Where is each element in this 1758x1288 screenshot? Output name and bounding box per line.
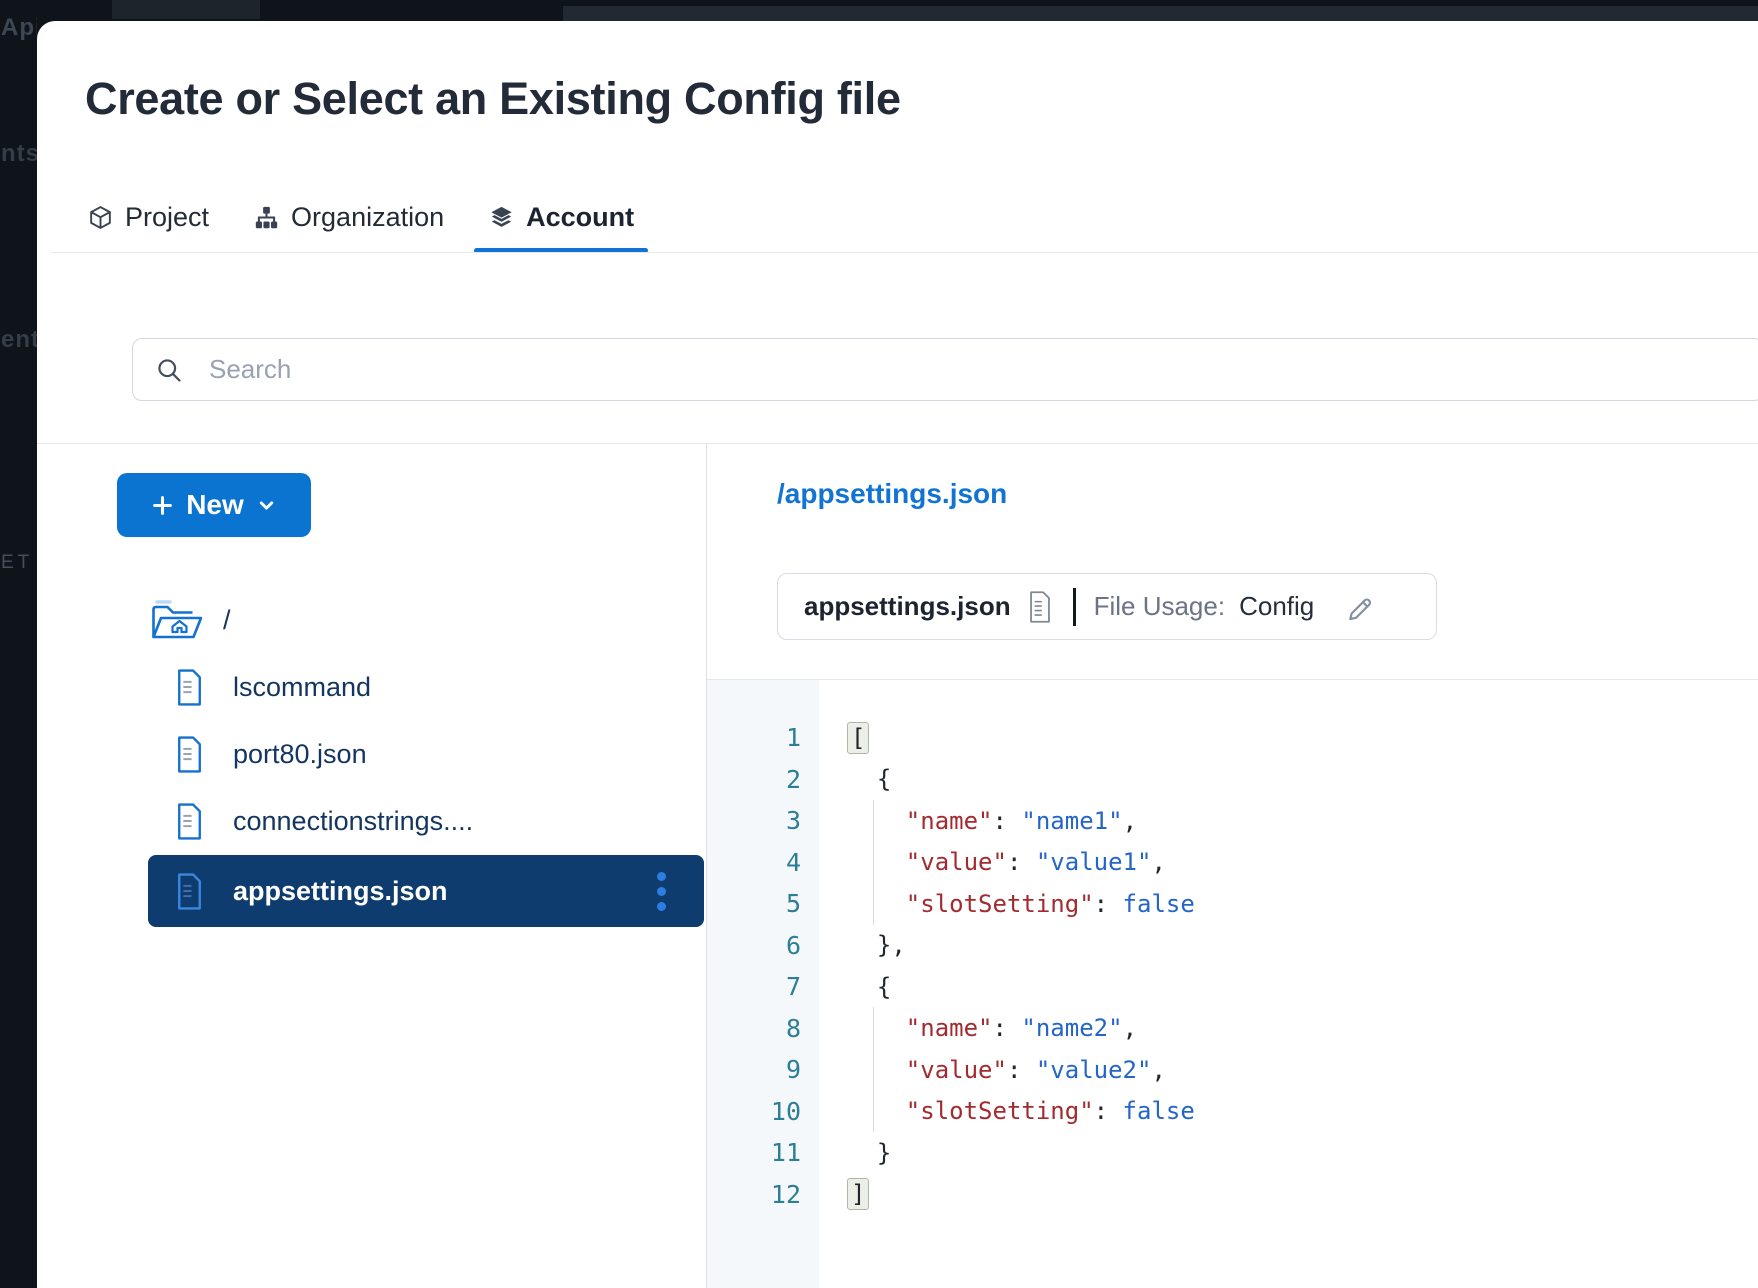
backdrop-text-fragment: ET — [1, 552, 33, 574]
code-line: 7 { — [707, 966, 1758, 1008]
line-number: 9 — [707, 1055, 819, 1084]
line-number: 6 — [707, 931, 819, 960]
tab-project[interactable]: Project — [87, 181, 209, 253]
file-name: appsettings.json — [804, 591, 1011, 622]
file-tree: / lscommand port80.json connectionstring… — [37, 587, 705, 927]
file-view-panel: /appsettings.json appsettings.json File … — [707, 444, 1758, 1288]
tab-account[interactable]: Account — [488, 181, 634, 253]
backdrop-text-fragment: Api — [1, 14, 37, 42]
line-number: 11 — [707, 1138, 819, 1167]
layers-icon — [488, 204, 515, 231]
search-icon — [155, 356, 183, 384]
plus-icon — [151, 494, 174, 517]
line-number: 4 — [707, 848, 819, 877]
file-name: port80.json — [233, 739, 367, 770]
file-info-bar: appsettings.json File Usage: Config — [777, 573, 1437, 640]
code-line: 4 "value": "value1", — [707, 842, 1758, 884]
edit-pencil-icon[interactable] — [1344, 591, 1376, 623]
file-browser-panel: New — [37, 444, 707, 1288]
tabs-divider — [51, 252, 1758, 253]
line-number: 8 — [707, 1014, 819, 1043]
code-line: 12] — [707, 1174, 1758, 1216]
backdrop-header-segment — [563, 6, 1758, 21]
line-number: 3 — [707, 806, 819, 835]
tree-item-connectionstrings[interactable]: connectionstrings.... — [37, 788, 705, 855]
file-icon — [175, 802, 204, 841]
search-input[interactable] — [207, 353, 1758, 386]
cube-icon — [87, 204, 114, 231]
file-icon — [175, 872, 204, 911]
backdrop-text-fragment: nts — [1, 140, 37, 168]
file-path-link[interactable]: /appsettings.json — [777, 478, 1007, 510]
file-usage-value: Config — [1239, 591, 1314, 622]
code-line: 3 "name": "name1", — [707, 800, 1758, 842]
code-line: 11 } — [707, 1132, 1758, 1174]
code-line: 5 "slotSetting": false — [707, 883, 1758, 925]
root-folder-label: / — [223, 605, 231, 636]
line-number: 12 — [707, 1180, 819, 1209]
file-icon — [175, 668, 204, 707]
code-line: 1[ — [707, 717, 1758, 759]
new-file-button[interactable]: New — [117, 473, 311, 537]
line-number: 1 — [707, 723, 819, 752]
backdrop-header-segment — [112, 0, 260, 19]
chevron-down-icon — [256, 495, 277, 516]
line-number: 5 — [707, 889, 819, 918]
file-icon — [175, 735, 204, 774]
separator — [1073, 588, 1076, 626]
code-line: 2 { — [707, 759, 1758, 801]
code-line: 9 "value": "value2", — [707, 1049, 1758, 1091]
search-box — [132, 338, 1758, 401]
screen: Api nts ents ET Create or Select an Exis… — [0, 0, 1758, 1288]
dialog-content: New — [37, 443, 1758, 1288]
backdrop-text-fragment: ents — [1, 326, 37, 354]
tree-item-port80-json[interactable]: port80.json — [37, 721, 705, 788]
document-icon — [1027, 590, 1053, 624]
tree-item-root[interactable]: / — [37, 587, 705, 654]
kebab-menu-icon[interactable] — [649, 868, 674, 915]
config-file-dialog: Create or Select an Existing Config file… — [37, 21, 1758, 1288]
file-name: connectionstrings.... — [233, 806, 473, 837]
tree-item-lscommand[interactable]: lscommand — [37, 654, 705, 721]
page-title: Create or Select an Existing Config file — [85, 73, 901, 125]
sitemap-icon — [253, 204, 280, 231]
tab-label: Project — [125, 202, 209, 233]
line-number: 7 — [707, 972, 819, 1001]
editor-lines: 1[2 {3 "name": "name1",4 "value": "value… — [707, 680, 1758, 1215]
backdrop-sidebar-strip: Api nts ents ET — [0, 0, 37, 1288]
code-line: 10 "slotSetting": false — [707, 1091, 1758, 1133]
new-button-label: New — [186, 489, 244, 521]
code-line: 8 "name": "name2", — [707, 1008, 1758, 1050]
code-line: 6 }, — [707, 925, 1758, 967]
line-number: 10 — [707, 1097, 819, 1126]
tree-item-appsettings-json[interactable]: appsettings.json — [148, 855, 704, 927]
tab-label: Organization — [291, 202, 444, 233]
code-editor[interactable]: 1[2 {3 "name": "name1",4 "value": "value… — [707, 679, 1758, 1288]
tab-bar: Project — [87, 181, 634, 253]
line-number: 2 — [707, 765, 819, 794]
file-name: appsettings.json — [233, 876, 620, 907]
open-folder-home-icon — [149, 598, 205, 644]
tab-organization[interactable]: Organization — [253, 181, 444, 253]
tab-label: Account — [526, 202, 634, 233]
file-usage-label: File Usage: — [1094, 591, 1226, 622]
file-name: lscommand — [233, 672, 371, 703]
file-tree-items: lscommand port80.json connectionstrings.… — [37, 654, 705, 927]
